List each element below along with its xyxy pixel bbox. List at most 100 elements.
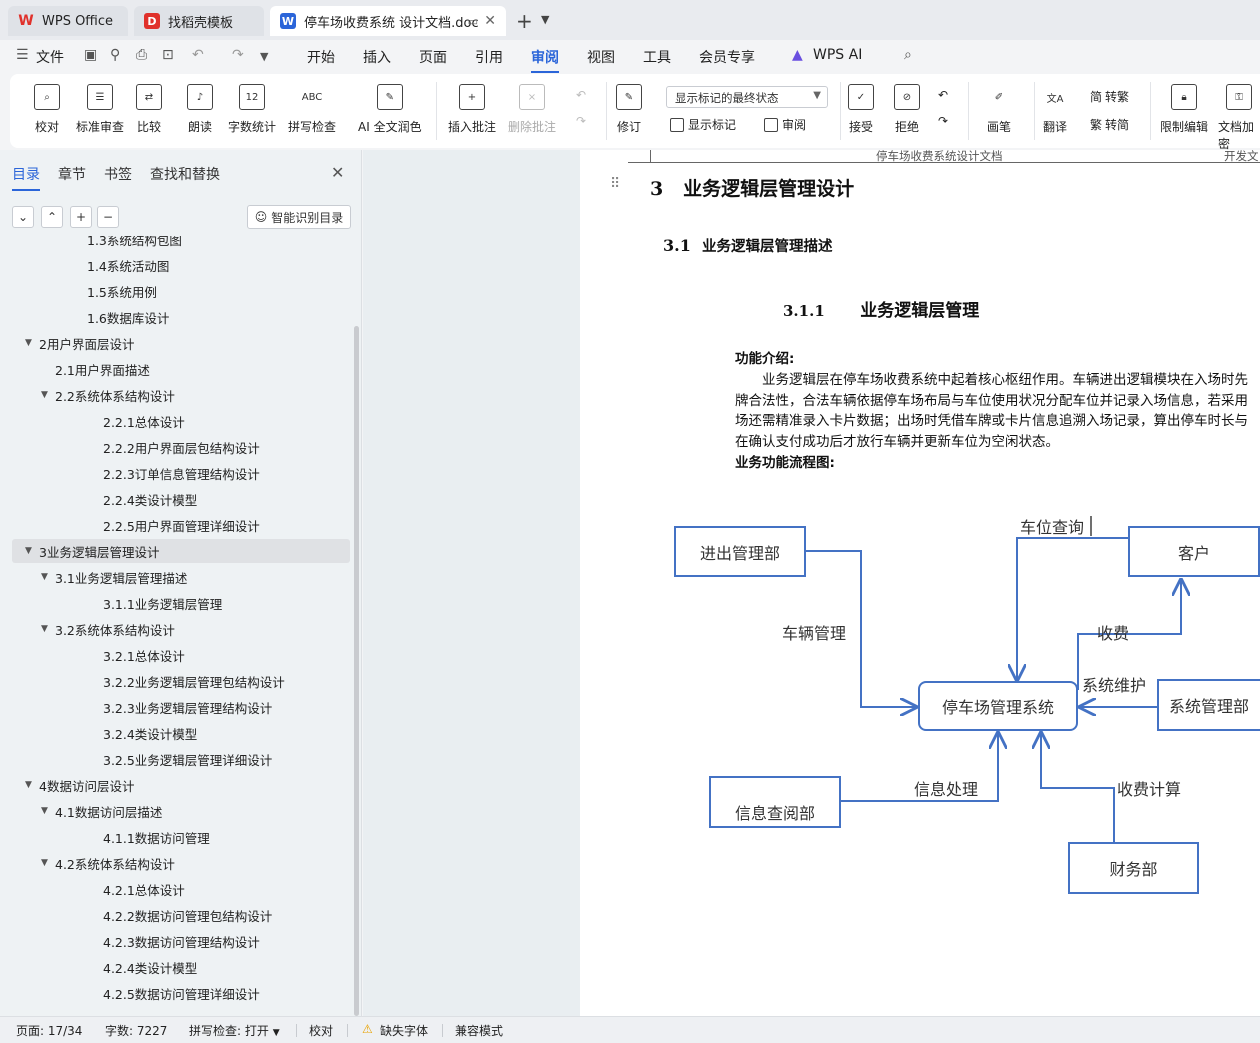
toc-item[interactable]: 4.1.1数据访问管理 (12, 825, 350, 849)
spell-check-indicator[interactable]: 拼写检查: 打开 ▼ (189, 1022, 280, 1039)
restrict-edit-button[interactable]: 🔒︎ 限制编辑 (1160, 84, 1208, 135)
toc-item[interactable]: 2.2.1总体设计 (12, 409, 350, 433)
tab-current-document[interactable]: W 停车场收费系统 设计文档.doc ▭ ✕ (270, 6, 506, 36)
nav-tab-toc[interactable]: 目录 (12, 164, 40, 191)
remove-heading-button[interactable]: − (97, 206, 119, 228)
redo-icon[interactable]: ↷ (232, 47, 244, 63)
toc-item[interactable]: 2.2.3订单信息管理结构设计 (12, 461, 350, 485)
quick-access-chevron-icon[interactable]: ▼ (260, 50, 268, 63)
menu-tools[interactable]: 工具 (643, 47, 671, 67)
menu-home[interactable]: 开始 (307, 47, 335, 67)
search-icon[interactable]: ⌕ (904, 47, 912, 63)
toc-item[interactable]: 1.5系统用例 (12, 279, 350, 303)
print-icon[interactable]: ⎙ (136, 47, 147, 63)
toc-item[interactable]: 3.1.1业务逻辑层管理 (12, 591, 350, 615)
menu-member[interactable]: 会员专享 (699, 47, 755, 67)
accept-button[interactable]: ✓ 接受 (848, 84, 874, 135)
translate-button[interactable]: 文A 翻译 (1042, 84, 1068, 135)
expand-down-button[interactable]: ⌄ (12, 206, 34, 228)
undo-icon[interactable]: ↶ (192, 47, 204, 63)
toc-scrollbar[interactable] (354, 326, 359, 1016)
new-tab-button[interactable]: + (516, 9, 533, 33)
save-icon[interactable]: ▣ (84, 47, 97, 63)
prev-comment-icon[interactable]: ↶ (576, 88, 586, 102)
proofread-indicator[interactable]: 校对 (309, 1022, 333, 1039)
toc-item[interactable]: 3.2.2业务逻辑层管理包结构设计 (12, 669, 350, 693)
tab-wps-office[interactable]: W WPS Office (8, 6, 128, 36)
toc-item[interactable]: ▼ 3.1业务逻辑层管理描述 (12, 565, 350, 589)
hamburger-icon[interactable]: ☰ (16, 47, 29, 63)
to-traditional-button[interactable]: 简转繁 (1090, 88, 1129, 105)
page-indicator[interactable]: 页面: 17/34 (16, 1022, 82, 1039)
to-simplified-button[interactable]: 繁转简 (1090, 116, 1129, 133)
toc-item[interactable]: 2.2.4类设计模型 (12, 487, 350, 511)
expand-arrow-icon[interactable]: ▼ (25, 338, 32, 348)
menu-page[interactable]: 页面 (419, 47, 447, 67)
pen-button[interactable]: ✐ 画笔 (986, 84, 1012, 135)
word-count-button[interactable]: 12 字数统计 (228, 84, 276, 135)
toc-item[interactable]: ▼ 4数据访问层设计 (12, 773, 350, 797)
insert-comment-button[interactable]: + 插入批注 (448, 84, 496, 135)
menu-review[interactable]: 审阅 (531, 47, 559, 73)
missing-font-indicator[interactable]: 缺失字体 (380, 1022, 428, 1039)
reject-button[interactable]: ⊘ 拒绝 (894, 84, 920, 135)
toc-item[interactable]: 2.1用户界面描述 (12, 357, 350, 381)
menu-insert[interactable]: 插入 (363, 47, 391, 67)
menu-view[interactable]: 视图 (587, 47, 615, 67)
expand-arrow-icon[interactable]: ▼ (25, 546, 32, 556)
expand-arrow-icon[interactable]: ▼ (41, 390, 48, 400)
doc-encrypt-button[interactable]: ⚿ 文档加密 (1218, 84, 1260, 152)
toc-item[interactable]: ▼ 3业务逻辑层管理设计 (12, 539, 350, 563)
toc-item[interactable]: ▼ 2.2系统体系结构设计 (12, 383, 350, 407)
menu-references[interactable]: 引用 (475, 47, 503, 67)
expand-arrow-icon[interactable]: ▼ (41, 624, 48, 634)
expand-arrow-icon[interactable]: ▼ (25, 780, 32, 790)
menu-file[interactable]: 文件 (36, 47, 64, 67)
expand-arrow-icon[interactable]: ▼ (41, 806, 48, 816)
close-tab-icon[interactable]: ✕ (484, 13, 496, 29)
add-heading-button[interactable]: + (70, 206, 92, 228)
tab-docer-templates[interactable]: D 找稻壳模板 (134, 6, 264, 36)
standard-review-button[interactable]: ☰ 标准审查 (76, 84, 124, 135)
toc-item[interactable]: 4.2.5数据访问管理详细设计 (12, 981, 350, 1005)
document-page[interactable]: 停车场收费系统设计文档 开发文 ⠿ 3 业务逻辑层管理设计 3.1 业务逻辑层管… (580, 150, 1260, 1016)
toc-item[interactable]: 3.2.3业务逻辑层管理结构设计 (12, 695, 350, 719)
toc-item[interactable]: 4.2.2数据访问管理包结构设计 (12, 903, 350, 927)
close-icon[interactable]: ✕ (331, 163, 344, 182)
toc-item[interactable]: ▼ 4.2系统体系结构设计 (12, 851, 350, 875)
prev-change-icon[interactable]: ↶ (938, 88, 948, 102)
toc-item[interactable]: 1.4系统活动图 (12, 253, 350, 277)
toc-item[interactable]: 1.6数据库设计 (12, 305, 350, 329)
smart-toc-button[interactable]: ☺ 智能识别目录 (247, 205, 351, 229)
markup-display-select[interactable]: 显示标记的最终状态 ▼ (666, 86, 828, 108)
next-change-icon[interactable]: ↷ (938, 114, 948, 128)
toc-item[interactable]: 2.2.2用户界面层包结构设计 (12, 435, 350, 459)
share-icon[interactable]: ⚲ (110, 47, 120, 63)
toc-item[interactable]: ▼ 4.1数据访问层描述 (12, 799, 350, 823)
tab-list-chevron-icon[interactable]: ▼ (541, 13, 549, 26)
toc-item[interactable]: 3.2.1总体设计 (12, 643, 350, 667)
toc-item[interactable]: 3.2.5业务逻辑层管理详细设计 (12, 747, 350, 771)
monitor-icon[interactable]: ▭ (468, 15, 478, 28)
toc-item[interactable]: ▼ 2用户界面层设计 (12, 331, 350, 355)
toc-item[interactable]: 4.2.1总体设计 (12, 877, 350, 901)
proofread-button[interactable]: ⌕ 校对 (34, 84, 60, 135)
expand-arrow-icon[interactable]: ▼ (41, 858, 48, 868)
track-changes-button[interactable]: ✎ 修订 (616, 84, 642, 135)
menu-wps-ai[interactable]: WPS AI (813, 47, 862, 63)
collapse-up-button[interactable]: ⌃ (41, 206, 63, 228)
nav-tab-sections[interactable]: 章节 (58, 164, 86, 184)
show-markup-button[interactable]: 显示标记 (670, 116, 736, 133)
nav-tab-bookmarks[interactable]: 书签 (104, 164, 132, 184)
read-aloud-button[interactable]: ♪ 朗读 (187, 84, 213, 135)
delete-comment-button[interactable]: × 删除批注 (508, 84, 556, 135)
drag-handle-icon[interactable]: ⠿ (610, 176, 620, 192)
expand-arrow-icon[interactable]: ▼ (41, 572, 48, 582)
toc-item[interactable]: 4.2.3数据访问管理结构设计 (12, 929, 350, 953)
toc-item[interactable]: 4.2.4类设计模型 (12, 955, 350, 979)
spell-check-button[interactable]: ABC 拼写检查 (288, 84, 336, 135)
toc-item[interactable]: 2.2.5用户界面管理详细设计 (12, 513, 350, 537)
toc-item[interactable]: ▼ 3.2系统体系结构设计 (12, 617, 350, 641)
next-comment-icon[interactable]: ↷ (576, 114, 586, 128)
compare-button[interactable]: ⇄ 比较 (136, 84, 162, 135)
